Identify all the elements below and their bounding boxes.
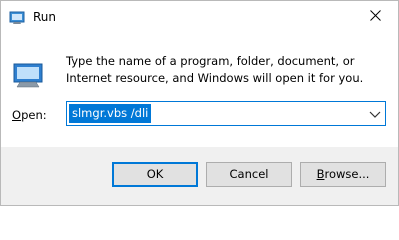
button-bar: OK Cancel Browse... (1, 147, 398, 205)
window-title: Run (33, 10, 57, 24)
browse-button[interactable]: Browse... (300, 162, 386, 187)
close-button[interactable] (352, 1, 398, 33)
open-label: Open: (12, 107, 47, 123)
open-label-mnemonic: O (12, 108, 22, 122)
run-app-icon (9, 9, 25, 25)
run-description: Type the name of a program, folder, docu… (66, 54, 364, 85)
dialog-content: Type the name of a program, folder, docu… (1, 33, 398, 147)
run-large-icon (12, 57, 44, 89)
title-bar[interactable]: Run (1, 1, 398, 33)
open-combobox[interactable]: slmgr.vbs /dli (66, 101, 386, 126)
run-dialog: Run Type the name of a program, folder, … (0, 0, 399, 206)
ok-button[interactable]: OK (112, 162, 198, 187)
browse-label: rowse... (324, 167, 370, 181)
close-icon (369, 10, 381, 24)
open-input[interactable]: slmgr.vbs /dli (69, 104, 152, 123)
cancel-button[interactable]: Cancel (206, 162, 292, 187)
open-label-text: pen: (21, 108, 47, 122)
chevron-down-icon[interactable] (368, 107, 382, 121)
